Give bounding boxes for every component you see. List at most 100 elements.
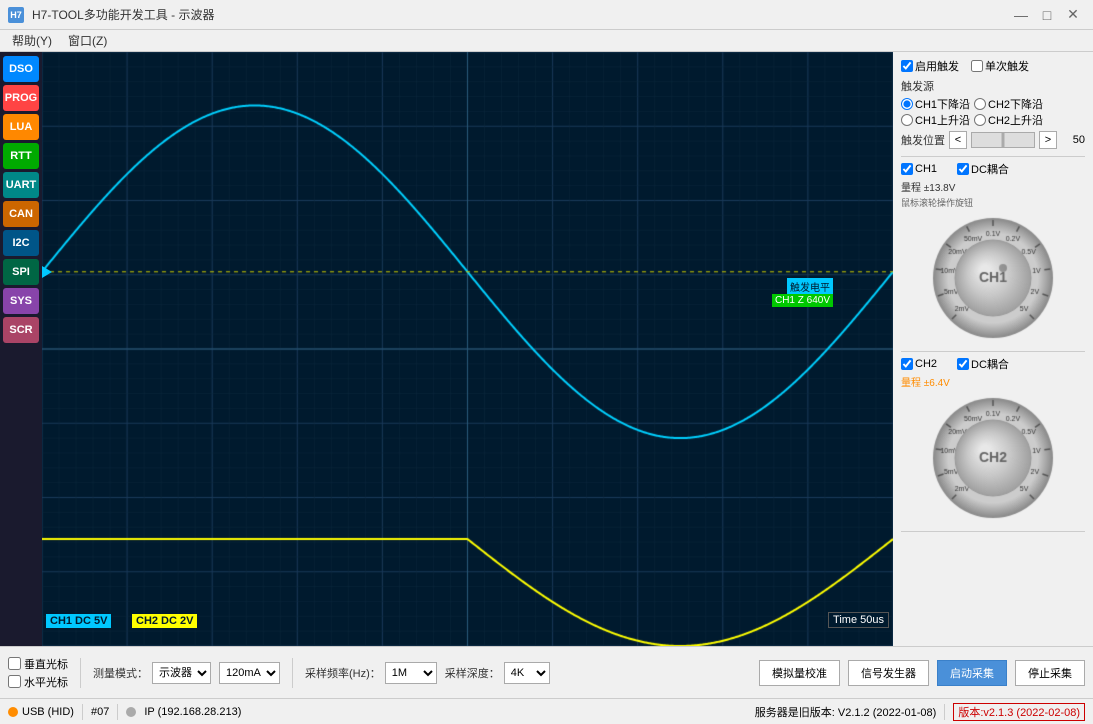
current-group: 120mA 500mA	[219, 662, 280, 684]
ch2-fall-label[interactable]: CH2下降沿	[974, 96, 1043, 112]
ch1-fall-radio[interactable]	[901, 98, 913, 110]
menu-window[interactable]: 窗口(Z)	[60, 30, 115, 51]
sample-rate-label: 采样频率(Hz)：	[305, 665, 381, 681]
ch1-dial-container[interactable]	[928, 213, 1058, 343]
divider-1	[80, 658, 81, 688]
scope-area: 触发电平 CH1 Z 640V CH1 DC 5V CH2 DC 2V Time…	[42, 52, 893, 646]
minimize-button[interactable]: —	[1009, 5, 1033, 25]
scope-canvas	[42, 52, 893, 646]
window-controls: — □ ✕	[1009, 5, 1085, 25]
right-panel: 启用触发 单次触发 触发源 CH1下降沿 CH2下降沿	[893, 52, 1093, 646]
close-button[interactable]: ✕	[1061, 5, 1085, 25]
ch2-dial[interactable]	[928, 393, 1058, 523]
server-msg: 服务器是旧版本: V2.1.2 (2022-01-08)	[755, 704, 937, 720]
ch1-dc-checkbox[interactable]	[957, 163, 969, 175]
maximize-button[interactable]: □	[1035, 5, 1059, 25]
ch2-rise-radio[interactable]	[974, 114, 986, 126]
vert-cursor-checkbox[interactable]	[8, 657, 21, 670]
ch2-dc-label[interactable]: DC耦合	[957, 356, 1009, 372]
ch1-section: CH1 DC耦合 量程 ±13.8V 鼠标滚轮操作旋钮	[901, 161, 1085, 352]
sidebar-item-can[interactable]: CAN	[3, 201, 39, 227]
version-label: 版本:v2.1.3 (2022-02-08)	[953, 703, 1085, 721]
ch1-rise-label[interactable]: CH1上升沿	[901, 112, 970, 128]
single-trigger-label[interactable]: 单次触发	[971, 58, 1029, 74]
status-bar: USB (HID) #07 IP (192.168.28.213) 服务器是旧版…	[0, 698, 1093, 724]
current-select[interactable]: 120mA 500mA	[219, 662, 280, 684]
ch1-z-label: CH1 Z 640V	[772, 294, 833, 307]
ch1-dial[interactable]	[928, 213, 1058, 343]
sample-rate-select[interactable]: 1M 500K 100K	[385, 662, 437, 684]
sidebar-item-dso[interactable]: DSO	[3, 56, 39, 82]
sidebar-item-scr[interactable]: SCR	[3, 317, 39, 343]
status-divider-3	[944, 704, 945, 720]
sidebar-item-rtt[interactable]: RTT	[3, 143, 39, 169]
device-num: #07	[91, 706, 109, 718]
scope-ch1-label: CH1 DC 5V	[46, 614, 111, 628]
ch1-rise-radio[interactable]	[901, 114, 913, 126]
status-divider-2	[117, 704, 118, 720]
ch2-dc-checkbox[interactable]	[957, 358, 969, 370]
trigger-pos-slider[interactable]	[971, 132, 1035, 148]
trigger-pos-row: 触发位置 < > 50	[901, 130, 1085, 150]
scope-ch2-label: CH2 DC 2V	[132, 614, 197, 628]
ch1-checkbox[interactable]	[901, 163, 913, 175]
enable-trigger-label[interactable]: 启用触发	[901, 58, 959, 74]
ch1-range: 量程 ±13.8V	[901, 179, 1085, 194]
ch2-checkbox[interactable]	[901, 358, 913, 370]
sidebar-item-spi[interactable]: SPI	[3, 259, 39, 285]
sidebar-item-sys[interactable]: SYS	[3, 288, 39, 314]
trigger-arrow	[42, 266, 52, 278]
scope-time-label: Time 50us	[828, 612, 889, 628]
trigger-level-label: 触发电平	[787, 278, 833, 295]
ch2-fall-radio[interactable]	[974, 98, 986, 110]
sample-rate-group: 采样频率(Hz)： 1M 500K 100K	[305, 662, 437, 684]
app-icon: H7	[8, 7, 24, 23]
calibrate-button[interactable]: 模拟量校准	[759, 660, 840, 686]
start-capture-button[interactable]: 启动采集	[937, 660, 1007, 686]
ch1-checkbox-label[interactable]: CH1	[901, 163, 937, 175]
sample-depth-select[interactable]: 4K 8K 16K	[504, 662, 550, 684]
usb-label: USB (HID)	[22, 706, 74, 718]
trigger-pos-left-btn[interactable]: <	[949, 131, 967, 149]
cursor-checkboxes: 垂直光标 水平光标	[8, 656, 68, 690]
stop-capture-button[interactable]: 停止采集	[1015, 660, 1085, 686]
usb-status-dot	[8, 707, 18, 717]
sample-depth-group: 采样深度： 4K 8K 16K	[445, 662, 550, 684]
window-title: H7-TOOL多功能开发工具 - 示波器	[32, 6, 214, 23]
sidebar-item-i2c[interactable]: I2C	[3, 230, 39, 256]
status-divider-1	[82, 704, 83, 720]
ch1-fall-label[interactable]: CH1下降沿	[901, 96, 970, 112]
measure-mode-group: 测量模式： 示波器 频谱 逻辑	[93, 662, 211, 684]
sidebar-item-uart[interactable]: UART	[3, 172, 39, 198]
enable-trigger-checkbox[interactable]	[901, 60, 913, 72]
ch2-rise-label[interactable]: CH2上升沿	[974, 112, 1043, 128]
ch2-checkbox-label[interactable]: CH2	[901, 358, 937, 370]
sidebar-item-prog[interactable]: PROG	[3, 85, 39, 111]
divider-2	[292, 658, 293, 688]
main-container: DSO PROG LUA RTT UART CAN I2C SPI SYS SC…	[0, 52, 1093, 646]
measure-mode-label: 测量模式：	[93, 665, 148, 681]
horiz-cursor-label[interactable]: 水平光标	[8, 674, 68, 690]
sidebar-item-lua[interactable]: LUA	[3, 114, 39, 140]
trigger-pos-label: 触发位置	[901, 132, 945, 148]
title-bar: H7 H7-TOOL多功能开发工具 - 示波器 — □ ✕	[0, 0, 1093, 30]
horiz-cursor-checkbox[interactable]	[8, 675, 21, 688]
signal-gen-button[interactable]: 信号发生器	[848, 660, 929, 686]
ip-label: IP (192.168.28.213)	[144, 706, 241, 718]
ch2-dial-container[interactable]	[928, 393, 1058, 523]
ch1-dc-label[interactable]: DC耦合	[957, 161, 1009, 177]
single-trigger-checkbox[interactable]	[971, 60, 983, 72]
vert-cursor-label[interactable]: 垂直光标	[8, 656, 68, 672]
trigger-pos-value: 50	[1061, 134, 1085, 146]
ch2-range: 量程 ±6.4V	[901, 374, 1085, 389]
trigger-pos-right-btn[interactable]: >	[1039, 131, 1057, 149]
sidebar: DSO PROG LUA RTT UART CAN I2C SPI SYS SC…	[0, 52, 42, 646]
status-usb: USB (HID)	[8, 706, 74, 718]
measure-mode-select[interactable]: 示波器 频谱 逻辑	[152, 662, 211, 684]
ip-status-dot	[126, 707, 136, 717]
ch1-hint: 鼠标滚轮操作旋钮	[901, 196, 1085, 209]
bottom-toolbar: 垂直光标 水平光标 测量模式： 示波器 频谱 逻辑 120mA 500mA 采样…	[0, 646, 1093, 698]
menu-help[interactable]: 帮助(Y)	[4, 30, 60, 51]
ch2-section: CH2 DC耦合 量程 ±6.4V	[901, 356, 1085, 532]
trigger-source-title: 触发源	[901, 78, 1085, 94]
